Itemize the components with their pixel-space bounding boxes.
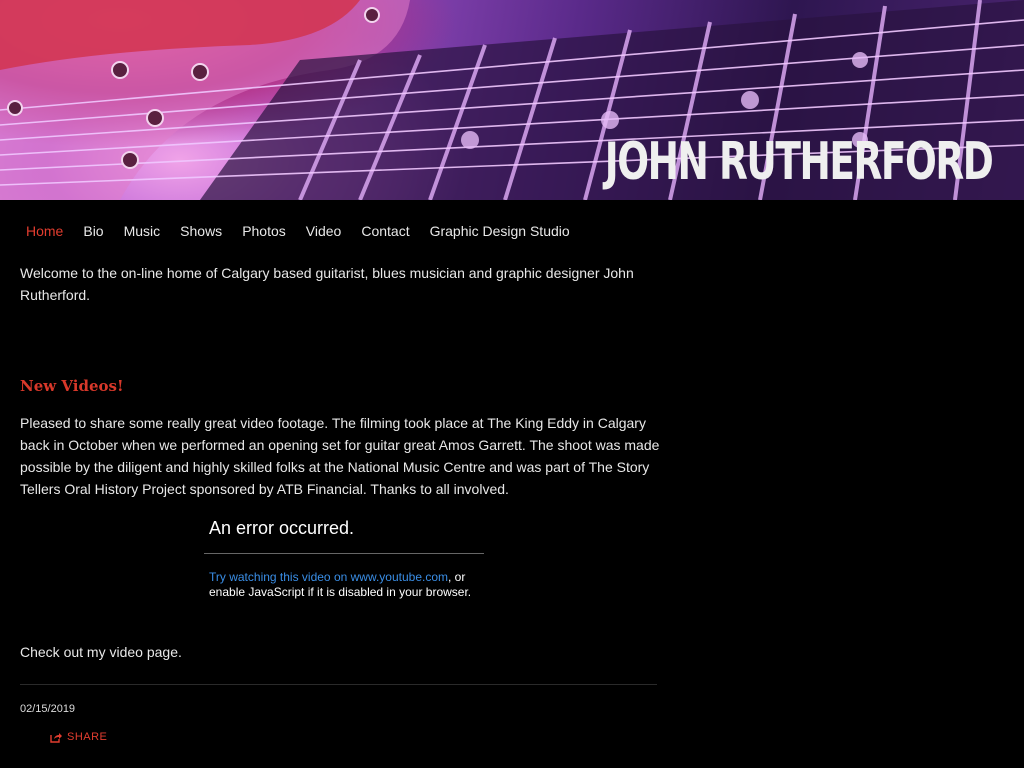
nav-item-music[interactable]: Music	[114, 223, 171, 239]
nav-item-contact[interactable]: Contact	[351, 223, 419, 239]
nav-item-graphic-design-studio[interactable]: Graphic Design Studio	[420, 223, 580, 239]
nav-item-home[interactable]: Home	[16, 223, 73, 239]
checkout-text: Check out my video page.	[20, 644, 182, 660]
share-label: SHARE	[67, 731, 108, 743]
post-body: Pleased to share some really great video…	[20, 415, 660, 497]
main-content: Welcome to the on-line home of Calgary b…	[0, 262, 660, 743]
video-error-title: An error occurred.	[204, 514, 484, 554]
post-title[interactable]: New Videos!	[20, 376, 660, 396]
nav-item-photos[interactable]: Photos	[232, 223, 296, 239]
intro-text: Welcome to the on-line home of Calgary b…	[20, 265, 634, 303]
post-date: 02/15/2019	[20, 703, 76, 715]
share-button[interactable]: SHARE	[50, 731, 660, 743]
site-title: JOHN RUTHERFORD	[604, 132, 993, 192]
youtube-link[interactable]: Try watching this video on www.youtube.c…	[209, 570, 448, 584]
main-nav: Home Bio Music Shows Photos Video Contac…	[0, 200, 1024, 262]
header-banner: JOHN RUTHERFORD	[0, 0, 1024, 200]
nav-item-bio[interactable]: Bio	[73, 223, 113, 239]
video-embed: An error occurred. Try watching this vid…	[204, 514, 484, 600]
post-divider	[20, 684, 657, 685]
video-error-message: Try watching this video on www.youtube.c…	[204, 554, 484, 600]
nav-item-video[interactable]: Video	[296, 223, 352, 239]
share-icon	[50, 733, 62, 743]
nav-item-shows[interactable]: Shows	[170, 223, 232, 239]
